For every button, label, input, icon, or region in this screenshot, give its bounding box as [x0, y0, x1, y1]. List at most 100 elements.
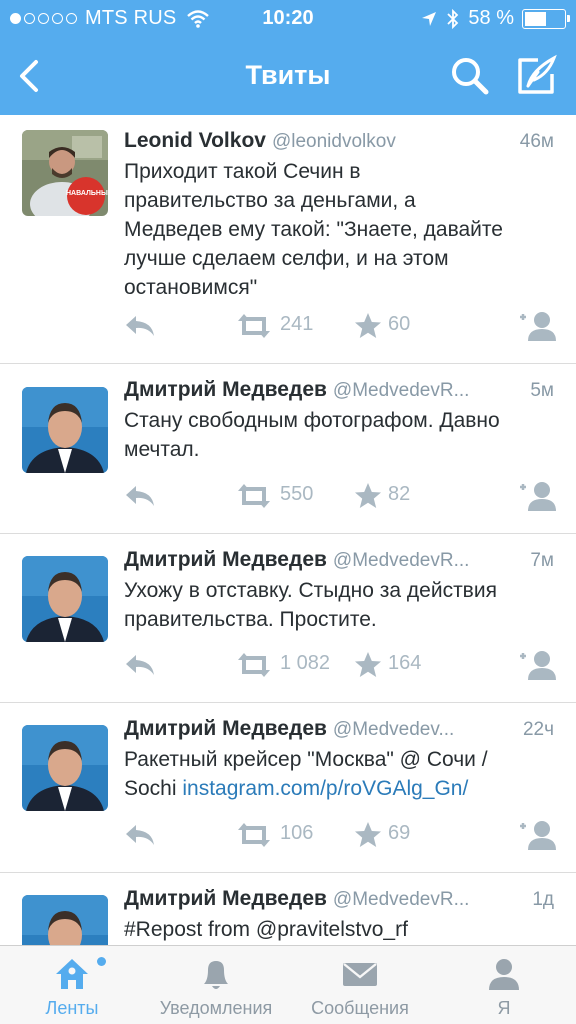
follow-user-icon[interactable]	[516, 480, 556, 512]
top-header: MTS RUS 10:20 58 % Твиты	[0, 0, 576, 115]
avatar[interactable]	[22, 895, 108, 945]
retweet-icon[interactable]	[236, 652, 272, 678]
favorite-count: 82	[388, 483, 411, 505]
avatar[interactable]	[22, 556, 108, 642]
home-icon	[56, 959, 88, 989]
profile-icon	[489, 959, 519, 990]
retweet-icon[interactable]	[236, 313, 272, 339]
author-handle[interactable]: @leonidvolkov	[272, 131, 396, 152]
tweet-text-line: Ракетный крейсер "Москва" @ Сочи /	[124, 748, 488, 771]
tweet-time: 1д	[532, 889, 554, 910]
tweet-actions: 106 69	[124, 819, 564, 851]
compose-tweet-icon[interactable]	[514, 54, 558, 98]
tweet-text-line: лучше сделаем селфи, и на этом	[124, 247, 449, 270]
tweet-time: 5м	[530, 380, 554, 401]
reply-icon[interactable]	[124, 314, 156, 338]
tweet-header: Дмитрий Медведев @Medvedev... 22ч	[124, 717, 554, 745]
location-arrow-icon	[422, 11, 437, 26]
tweet-actions: 241 60	[124, 310, 564, 342]
envelope-icon	[343, 963, 377, 986]
follow-user-icon[interactable]	[516, 819, 556, 851]
tab-bar: Ленты Уведомления Сообщения Я	[0, 945, 576, 1024]
favorite-star-icon[interactable]	[354, 651, 382, 679]
tab-home[interactable]: Ленты	[0, 946, 144, 1024]
tweet-text: Приходит такой Сечин в правительство за …	[124, 157, 564, 302]
favorite-star-icon[interactable]	[354, 482, 382, 510]
favorite-star-icon[interactable]	[354, 821, 382, 849]
avatar[interactable]	[22, 725, 108, 811]
reply-icon[interactable]	[124, 484, 156, 508]
tweet[interactable]: Дмитрий Медведев @MedvedevR... 1д #Repost…	[0, 873, 576, 945]
author-name[interactable]: Дмитрий Медведев	[124, 378, 327, 401]
reply-icon[interactable]	[124, 823, 156, 847]
avatar[interactable]: НАВАЛЬНЫЙ	[22, 130, 108, 216]
bluetooth-icon	[447, 8, 459, 29]
tweet-text-line: Стану свободным фотографом. Давно	[124, 409, 500, 432]
author-name[interactable]: Дмитрий Медведев	[124, 717, 327, 740]
tweet-text-line: Ухожу в отставку. Стыдно за действия	[124, 579, 497, 602]
status-bar: MTS RUS 10:20 58 %	[0, 0, 576, 38]
tweet-text-line: Медведев ему такой: "Знаете, давайте	[124, 218, 503, 241]
tweet-time: 46м	[519, 131, 554, 152]
retweet-count: 1 082	[280, 652, 331, 674]
follow-user-icon[interactable]	[516, 310, 556, 342]
tweet[interactable]: Дмитрий Медведев @MedvedevR... 5м Стану с…	[0, 364, 576, 534]
tweet-link[interactable]: instagram.com/p/roVGAlg_Gn/	[182, 777, 468, 800]
retweet-icon[interactable]	[236, 483, 272, 509]
retweet-icon[interactable]	[236, 822, 272, 848]
tweet-text: Ракетный крейсер "Москва" @ Сочи / Sochi…	[124, 745, 564, 803]
tab-label: Сообщения	[311, 998, 409, 1018]
tweet-text-segment: Sochi	[124, 777, 183, 800]
tweet-text-line: мечтал.	[124, 438, 200, 461]
tweet-text: #Repost from @pravitelstvo_rf	[124, 915, 564, 944]
tweet-text-line: #Repost from @pravitelstvo_rf	[124, 918, 408, 941]
tweet-text: Ухожу в отставку. Стыдно за действия пра…	[124, 576, 564, 634]
follow-user-icon[interactable]	[516, 649, 556, 681]
tweet-time: 7м	[530, 550, 554, 571]
tweet[interactable]: Дмитрий Медведев @Medvedev... 22ч Ракетны…	[0, 703, 576, 873]
author-handle[interactable]: @MedvedevR...	[333, 889, 470, 910]
author-name[interactable]: Дмитрий Медведев	[124, 887, 327, 910]
tweet-text-line: правительство за деньгами, а	[124, 189, 416, 212]
favorite-count: 164	[388, 652, 422, 674]
favorite-count: 60	[388, 313, 411, 335]
tab-profile[interactable]: Я	[432, 946, 576, 1024]
tweet-header: Дмитрий Медведев @MedvedevR... 7м	[124, 548, 554, 576]
new-content-indicator	[97, 957, 106, 966]
tweet-text-line: Приходит такой Сечин в	[124, 160, 361, 183]
battery-icon	[522, 8, 570, 29]
tweet-text-line: остановимся"	[124, 276, 258, 299]
tab-notifications[interactable]: Уведомления	[144, 946, 288, 1024]
bell-icon	[204, 961, 228, 989]
tweet-timeline[interactable]: НАВАЛЬНЫЙ Leonid Volkov @leonidvolkov 46м…	[0, 115, 576, 945]
tweet-header: Дмитрий Медведев @MedvedevR... 5м	[124, 378, 554, 406]
tab-label: Ленты	[45, 998, 99, 1018]
tweet[interactable]: НАВАЛЬНЫЙ Leonid Volkov @leonidvolkov 46м…	[0, 115, 576, 364]
tab-label: Я	[497, 998, 511, 1018]
tweet-text: Стану свободным фотографом. Давно мечтал…	[124, 406, 564, 464]
author-handle[interactable]: @MedvedevR...	[333, 380, 470, 401]
search-icon[interactable]	[448, 54, 492, 98]
retweet-count: 550	[280, 483, 314, 505]
retweet-count: 241	[280, 313, 314, 335]
status-right: 58 %	[420, 7, 570, 30]
tab-messages[interactable]: Сообщения	[288, 946, 432, 1024]
retweet-count: 106	[280, 822, 314, 844]
tweet-text-line: Sochi instagram.com/p/roVGAlg_Gn/	[124, 774, 564, 803]
author-handle[interactable]: @MedvedevR...	[333, 550, 470, 571]
tweet-header: Leonid Volkov @leonidvolkov 46м	[124, 129, 554, 157]
tweet-header: Дмитрий Медведев @MedvedevR... 1д	[124, 887, 554, 915]
battery-percent: 58 %	[468, 7, 514, 29]
reply-icon[interactable]	[124, 653, 156, 677]
author-name[interactable]: Leonid Volkov	[124, 129, 266, 152]
tweet[interactable]: Дмитрий Медведев @MedvedevR... 7м Ухожу в…	[0, 534, 576, 703]
avatar-badge-text: НАВАЛЬНЫЙ	[66, 190, 108, 197]
tab-label: Уведомления	[159, 998, 273, 1018]
author-handle[interactable]: @Medvedev...	[333, 719, 454, 740]
tweet-time: 22ч	[522, 719, 554, 740]
avatar[interactable]	[22, 387, 108, 473]
tweet-actions: 1 082 164	[124, 649, 564, 681]
author-name[interactable]: Дмитрий Медведев	[124, 548, 327, 571]
favorite-star-icon[interactable]	[354, 312, 382, 340]
tweet-actions: 550 82	[124, 480, 564, 512]
